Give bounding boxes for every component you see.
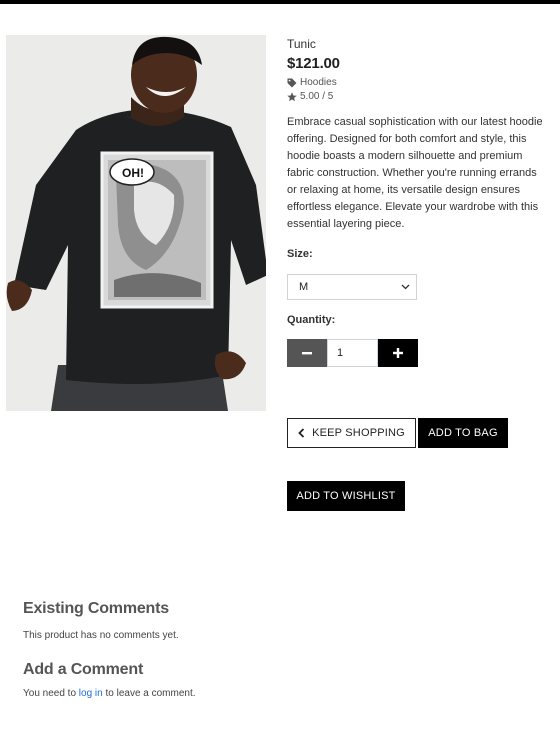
product-image: OH!	[6, 35, 266, 411]
product-description: Embrace casual sophistication with our l…	[287, 116, 543, 230]
product-photo: OH!	[6, 35, 266, 411]
quantity-stepper: 1	[287, 339, 418, 367]
tag-icon	[287, 78, 297, 87]
category-label: Hoodies	[300, 77, 337, 88]
plus-icon	[393, 348, 403, 358]
keep-shopping-button[interactable]: KEEP SHOPPING	[287, 418, 416, 448]
no-comments-text: This product has no comments yet.	[23, 630, 179, 641]
product-rating: 5.00 / 5	[287, 91, 545, 102]
minus-icon	[302, 352, 312, 355]
quantity-label: Quantity:	[287, 314, 336, 326]
login-link[interactable]: log in	[79, 688, 103, 699]
login-prompt: You need to log in to leave a comment.	[23, 688, 196, 699]
size-select[interactable]: M	[287, 274, 417, 300]
rating-value: 5.00 / 5	[300, 91, 334, 102]
product-name: Tunic	[287, 37, 316, 51]
existing-comments-heading: Existing Comments	[23, 600, 169, 617]
login-prefix: You need to	[23, 688, 79, 699]
decrement-button[interactable]	[287, 339, 327, 367]
product-category[interactable]: Hoodies	[287, 77, 545, 88]
product-price: $121.00	[287, 55, 340, 72]
size-selected-value: M	[299, 281, 309, 293]
add-to-wishlist-button[interactable]: ADD TO WISHLIST	[287, 481, 405, 511]
login-suffix: to leave a comment.	[102, 688, 196, 699]
product-info: Tunic $121.00 Hoodies 5.00 / 5 Embrace c…	[287, 37, 545, 233]
star-icon	[287, 91, 297, 101]
chevron-down-icon	[401, 284, 410, 290]
size-label: Size:	[287, 248, 313, 260]
keep-shopping-label: KEEP SHOPPING	[312, 427, 405, 439]
add-to-bag-button[interactable]: ADD TO BAG	[418, 418, 508, 448]
increment-button[interactable]	[378, 339, 418, 367]
top-border	[0, 0, 560, 4]
svg-text:OH!: OH!	[122, 166, 144, 180]
add-comment-heading: Add a Comment	[23, 661, 144, 678]
chevron-left-icon	[298, 428, 305, 438]
quantity-input[interactable]: 1	[327, 339, 378, 367]
